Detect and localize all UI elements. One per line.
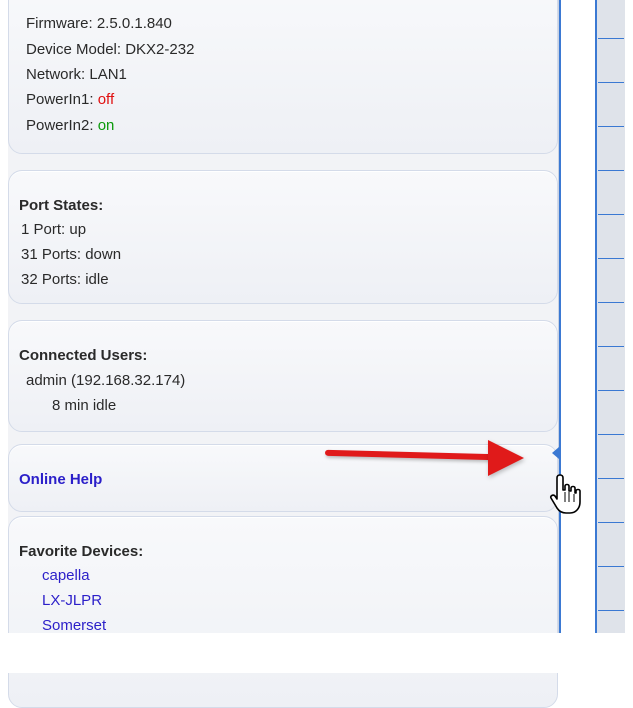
screenshot: Firmware: 2.5.0.1.840 Device Model: DKX2… (0, 0, 633, 708)
favorite-device-link[interactable]: LX-JLPR (42, 592, 102, 609)
favorite-device-link[interactable]: capella (42, 567, 90, 584)
favorite-device-link[interactable]: Somerset (42, 617, 106, 634)
port-states-panel: Port States: 1 Port: up 31 Ports: down 3… (8, 170, 558, 304)
port-state-line: 32 Ports: idle (21, 271, 109, 288)
table-row-divider (598, 478, 624, 479)
table-row-divider (598, 126, 624, 127)
powerin2-value: on (97, 117, 115, 134)
table-row-divider (598, 610, 624, 611)
connected-user-text: admin (192.168.32.174) (26, 372, 186, 389)
hand-pointer-icon (550, 474, 581, 514)
main-content-border (595, 0, 597, 650)
powerin1-label: PowerIn1: (26, 91, 98, 108)
table-row-divider (598, 566, 624, 567)
network-text: Network: LAN1 (26, 66, 127, 83)
table-row-divider (598, 38, 624, 39)
table-row-divider (598, 170, 624, 171)
powerin2-status: PowerIn2: on (26, 117, 114, 134)
powerin2-label: PowerIn2: (26, 117, 98, 134)
favorite-devices-panel: Favorite Devices: capella LX-JLPR Somers… (8, 516, 558, 708)
collapse-arrow-icon[interactable] (552, 447, 559, 459)
port-state-line: 31 Ports: down (21, 246, 122, 263)
favorite-devices-heading: Favorite Devices: (19, 543, 144, 560)
table-row-divider (598, 434, 624, 435)
torn-edge (0, 633, 633, 673)
powerin1-status: PowerIn1: off (26, 91, 114, 108)
device-info-panel: Firmware: 2.5.0.1.840 Device Model: DKX2… (8, 0, 558, 154)
table-row-divider (598, 258, 624, 259)
device-model-text: Device Model: DKX2-232 (26, 41, 195, 58)
connected-users-heading: Connected Users: (19, 347, 148, 364)
panel-splitter[interactable] (559, 0, 561, 673)
firmware-text: Firmware: 2.5.0.1.840 (26, 15, 172, 32)
user-idle-text: 8 min idle (52, 397, 117, 414)
table-row-divider (598, 390, 624, 391)
table-row-divider (598, 302, 624, 303)
online-help-link[interactable]: Online Help (19, 471, 102, 488)
left-sidebar: Firmware: 2.5.0.1.840 Device Model: DKX2… (8, 0, 559, 708)
port-state-line: 1 Port: up (21, 221, 87, 238)
table-row-divider (598, 82, 624, 83)
connected-users-panel: Connected Users: admin (192.168.32.174) … (8, 320, 558, 432)
red-arrow-head (488, 440, 524, 476)
table-row-divider (598, 346, 624, 347)
table-row-divider (598, 214, 624, 215)
table-row-divider (598, 522, 624, 523)
main-content-strip (595, 0, 625, 673)
port-states-heading: Port States: (19, 197, 104, 214)
powerin1-value: off (97, 91, 115, 108)
